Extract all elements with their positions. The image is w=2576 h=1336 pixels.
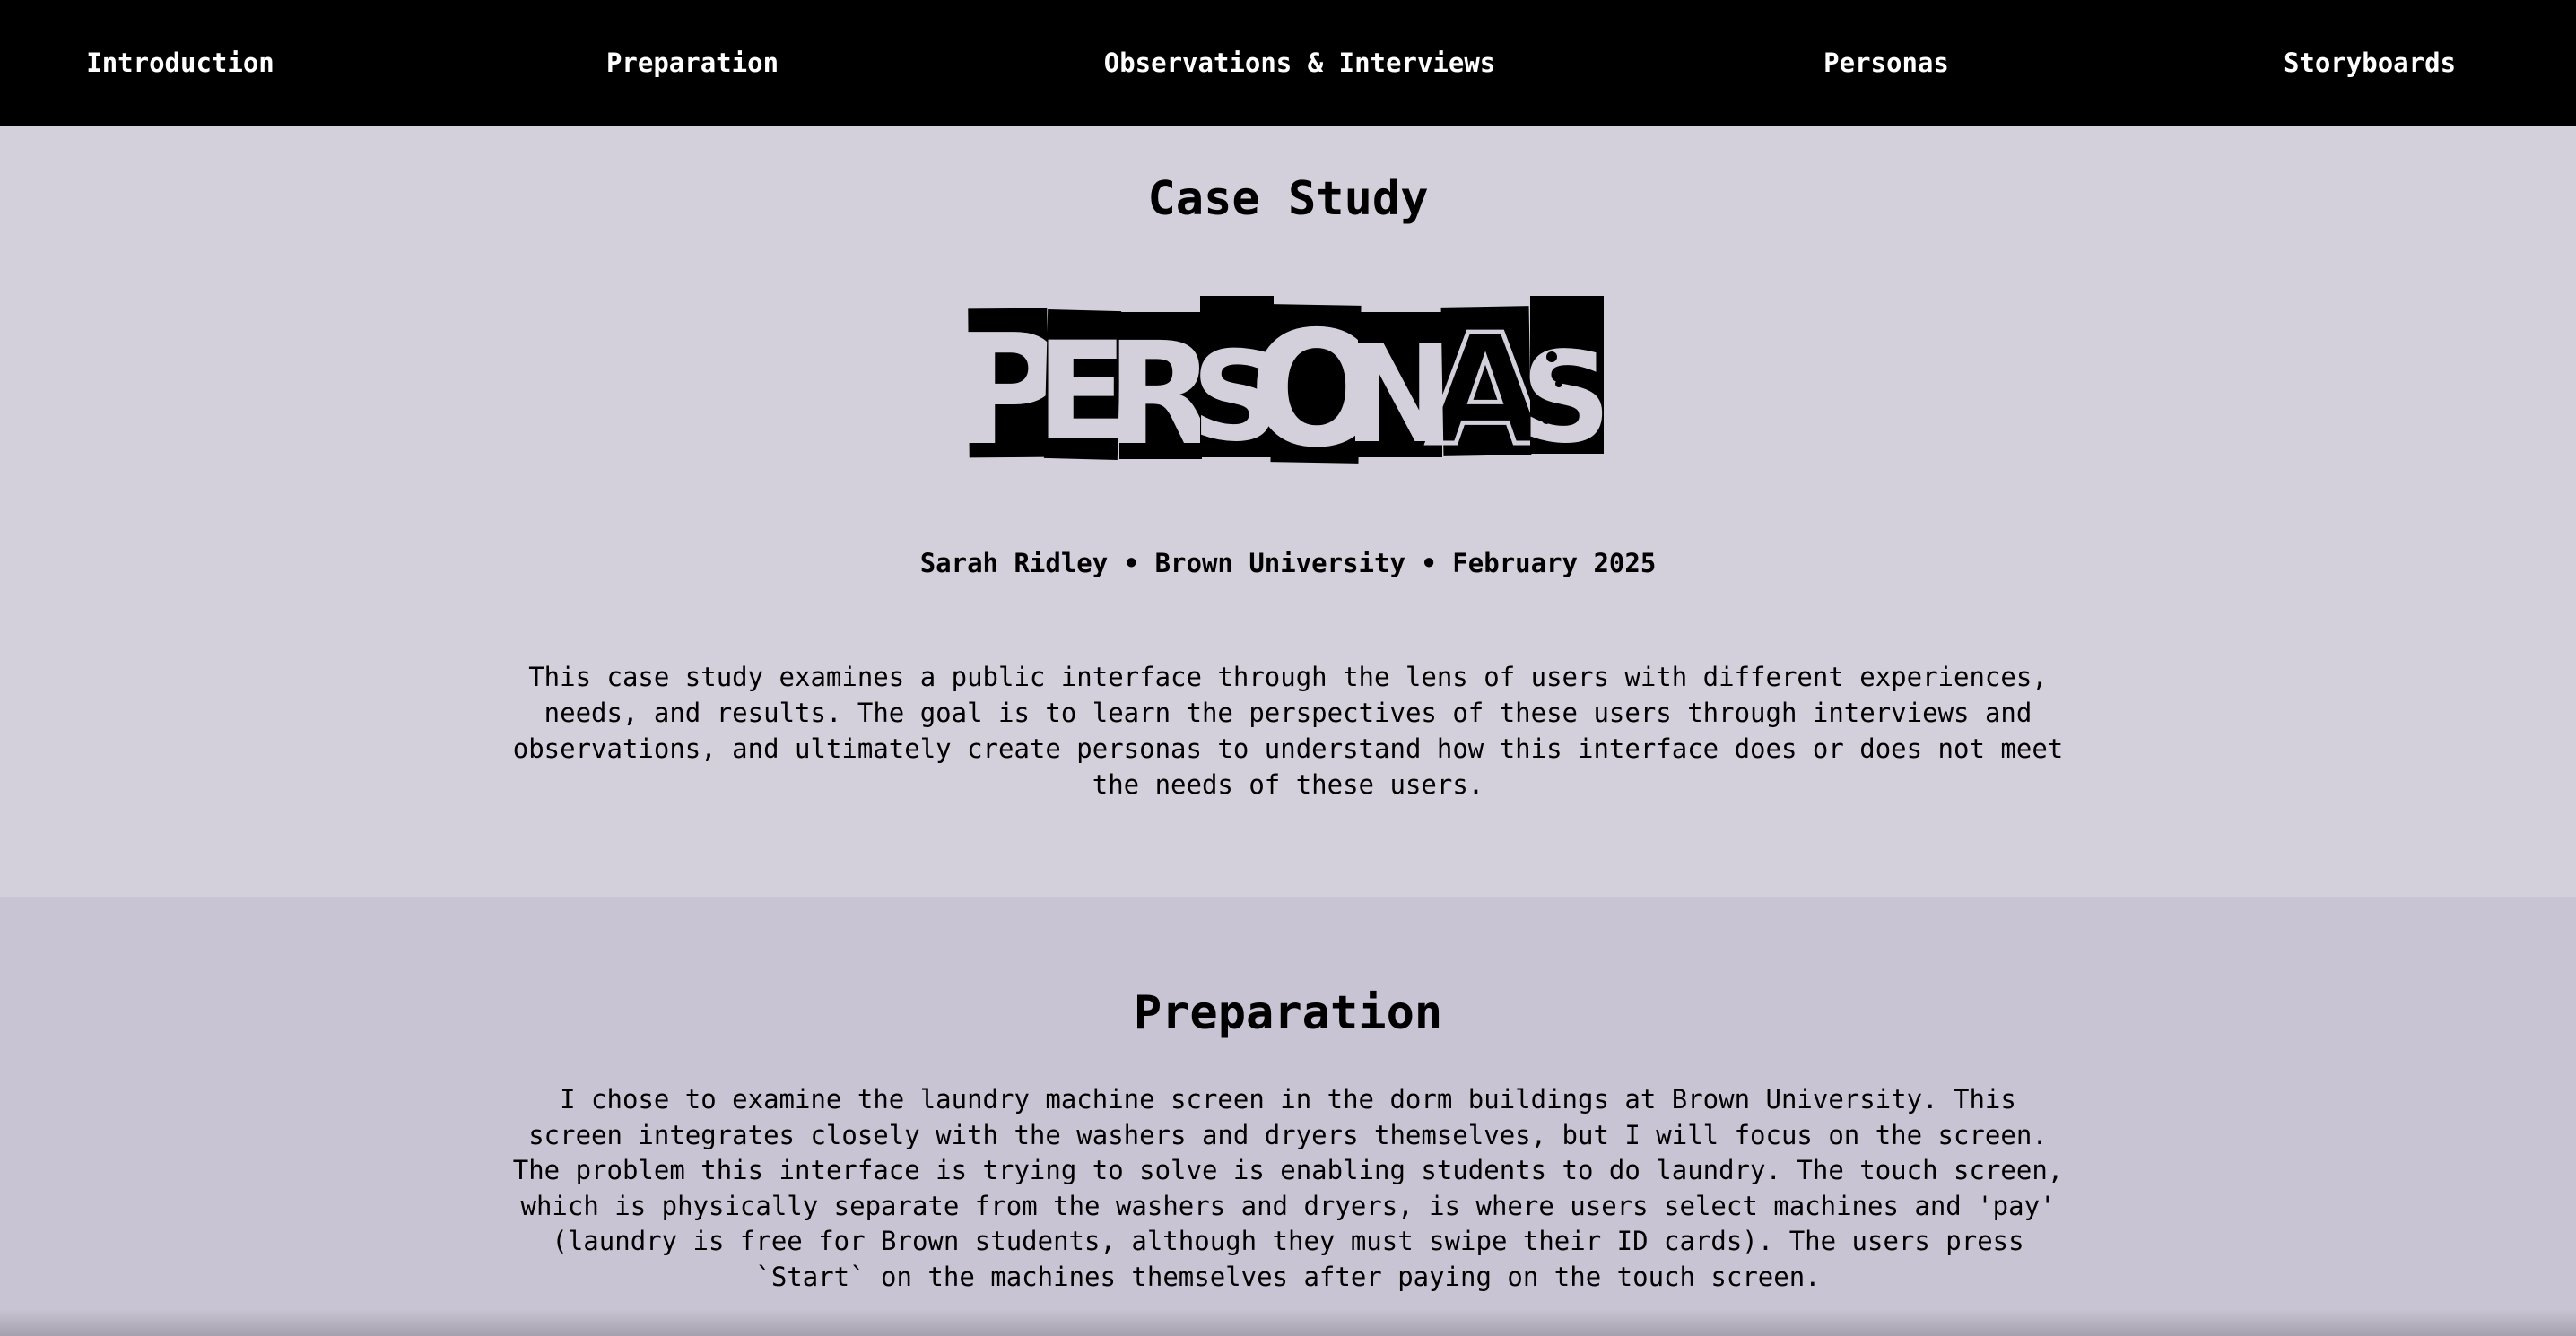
nav-link-storyboards[interactable]: Storyboards: [2284, 47, 2456, 79]
top-nav: Introduction Preparation Observations & …: [0, 0, 2576, 126]
intro-section: Case Study P E R S O N A S Sarah Ridley …: [0, 126, 2576, 897]
nav-link-observations-interviews[interactable]: Observations & Interviews: [1104, 47, 1496, 79]
page-title: Case Study: [1147, 172, 1429, 226]
personas-logo: P E R S O N A S: [967, 296, 1606, 464]
intro-description: This case study examines a public interf…: [512, 662, 2064, 800]
bottom-fade: [0, 1309, 2576, 1336]
byline: Sarah Ridley • Brown University • Februa…: [919, 548, 1657, 578]
svg-text:S: S: [1521, 325, 1606, 464]
nav-link-personas[interactable]: Personas: [1823, 47, 1949, 79]
section-title-preparation: Preparation: [1133, 986, 1443, 1040]
preparation-description: I chose to examine the laundry machine s…: [512, 1084, 2064, 1292]
nav-link-introduction[interactable]: Introduction: [86, 47, 274, 79]
nav-link-preparation[interactable]: Preparation: [606, 47, 779, 79]
preparation-section: Preparation I chose to examine the laund…: [0, 897, 2576, 1336]
